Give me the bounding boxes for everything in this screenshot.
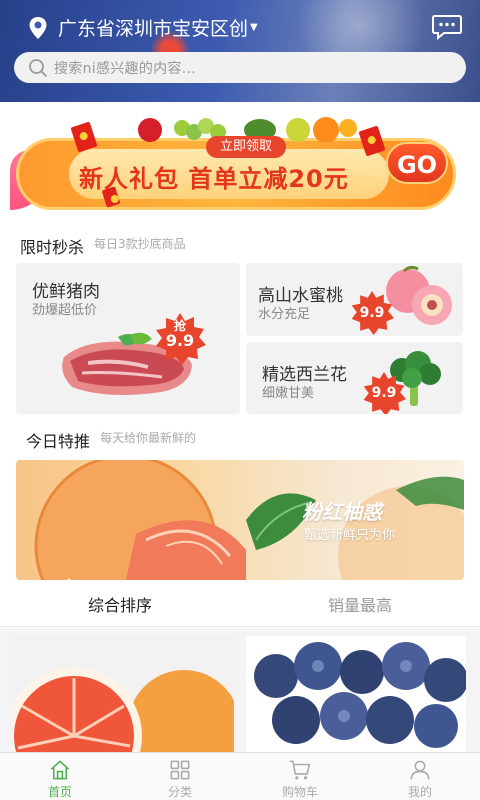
promo-headline: 粉红柚惑 <box>302 500 382 524</box>
search-icon <box>29 58 47 77</box>
go-button[interactable]: GO <box>386 142 448 184</box>
product-grid <box>0 628 480 754</box>
flash-sale-title: 限时秒杀 <box>20 238 85 257</box>
new-user-banner[interactable]: 新人礼包 首单立减20元 立即领取 GO <box>10 110 470 212</box>
nav-category[interactable]: 分类 <box>120 753 240 800</box>
price-text: 9.9 <box>371 385 397 401</box>
location-selector[interactable]: 广东省深圳市宝安区创 ▼ <box>28 14 258 41</box>
banner-title: 新人礼包 首单立减20元 <box>79 165 349 193</box>
bottom-nav: 首页 分类 购物车 我的 <box>0 752 480 800</box>
cart-icon <box>289 760 311 780</box>
nav-label: 分类 <box>167 785 192 799</box>
nav-home[interactable]: 首页 <box>0 753 120 800</box>
search-bar[interactable]: 搜索ni感兴趣的内容... <box>14 52 466 83</box>
daily-pick-subtitle: 每天给你最新鲜的 <box>100 431 197 445</box>
home-icon <box>50 760 70 780</box>
grapefruit-promo-banner[interactable]: 粉红柚惑 甄选新鲜只为你 <box>16 460 464 580</box>
flash-sale-header: 限时秒杀 每日3款抄底商品 <box>20 234 198 258</box>
chevron-down-icon: ▼ <box>250 22 258 33</box>
daily-pick-header: 今日特推 每天给你最新鲜的 <box>26 428 204 452</box>
nav-profile[interactable]: 我的 <box>360 753 480 800</box>
grapefruit-product-image <box>14 668 234 754</box>
user-icon <box>410 760 430 780</box>
header: 广东省深圳市宝安区创 ▼ 搜索ni感兴趣的内容... <box>0 0 480 102</box>
card-subtitle: 水分充足 <box>258 307 311 322</box>
active-tab-indicator <box>62 578 76 585</box>
product-card-grapefruit[interactable] <box>14 636 234 754</box>
flash-sale-subtitle: 每日3款抄底商品 <box>94 237 186 251</box>
flash-sale-card-pork[interactable]: 优鲜猪肉 劲爆超低价 抢 9.9 <box>16 263 240 414</box>
nav-cart[interactable]: 购物车 <box>240 753 360 800</box>
product-card-blueberry[interactable] <box>246 636 466 754</box>
grapefruit-image <box>34 460 464 580</box>
card-subtitle: 细嫩甘美 <box>262 386 315 401</box>
sort-tabs: 综合排序 销量最高 <box>0 578 480 627</box>
tab-sales-highest[interactable]: 销量最高 <box>240 585 480 626</box>
daily-pick-title: 今日特推 <box>26 432 91 451</box>
card-subtitle: 劲爆超低价 <box>32 303 98 318</box>
nav-label: 首页 <box>47 785 72 799</box>
tab-comprehensive-sort[interactable]: 综合排序 <box>0 585 240 626</box>
message-icon[interactable] <box>432 14 462 40</box>
blueberry-product-image <box>254 642 466 748</box>
flash-sale-card-broccoli[interactable]: 精选西兰花 细嫩甘美 9.9 <box>246 342 463 414</box>
location-text: 广东省深圳市宝安区创 <box>58 18 249 40</box>
app-screen: 广东省深圳市宝安区创 ▼ 搜索ni感兴趣的内容... 新人礼包 首单立减20元 <box>0 0 480 800</box>
price-text: 9.9 <box>165 331 195 350</box>
grid-icon <box>170 760 190 780</box>
nav-label: 我的 <box>407 785 432 799</box>
claim-now-pill[interactable]: 立即领取 <box>206 136 287 158</box>
flash-sale-card-peach[interactable]: 高山水蜜桃 水分充足 9.9 <box>246 263 463 336</box>
price-text: 9.9 <box>359 305 385 321</box>
nav-label: 购物车 <box>281 785 318 799</box>
search-input[interactable]: 搜索ni感兴趣的内容... <box>54 58 196 78</box>
location-pin-icon <box>29 16 47 39</box>
promo-subline: 甄选新鲜只为你 <box>304 528 396 543</box>
